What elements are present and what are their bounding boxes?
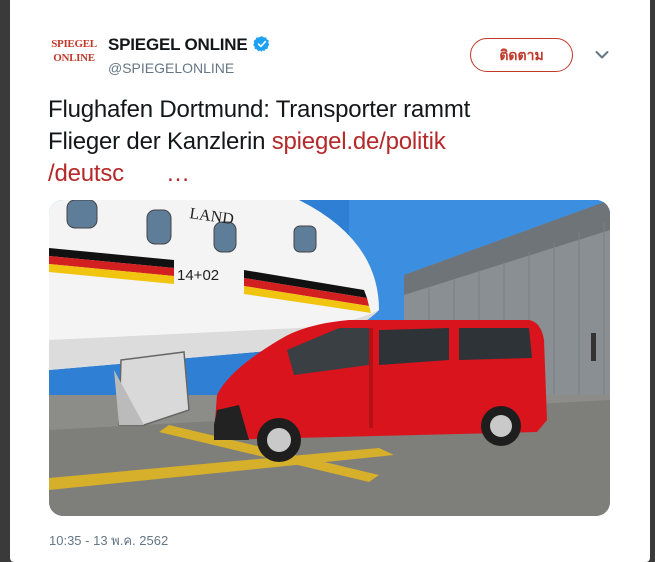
photo-scene: LAND 14+02 <box>49 200 610 516</box>
article-link[interactable]: spiegel.de/politik <box>272 128 446 155</box>
follow-button[interactable]: ติดตาม <box>470 38 573 72</box>
photo-van-door-line <box>369 328 373 428</box>
tweet-text-line1: Flughafen Dortmund: Transporter rammt <box>48 96 471 123</box>
page-background-left <box>0 0 10 562</box>
avatar-text-line1: SPIEGEL <box>51 38 97 50</box>
photo-person <box>591 333 596 361</box>
tweet-text: Flughafen Dortmund: Transporter rammt Fl… <box>48 94 628 190</box>
article-link-continued[interactable]: /deutsc <box>48 160 124 187</box>
account-name[interactable]: SPIEGEL ONLINE <box>108 35 248 55</box>
tweet-text-line2: Flieger der Kanzlerin spiegel.de/politik <box>48 126 628 158</box>
account-handle[interactable]: @SPIEGELONLINE <box>108 60 234 76</box>
avatar-text-line2: ONLINE <box>53 52 95 64</box>
tweet-text-line3: /deutsc … <box>48 158 628 190</box>
link-ellipsis[interactable]: … <box>166 160 190 187</box>
photo-van-hubcap-front <box>267 428 291 452</box>
photo-van-window-1 <box>379 328 449 365</box>
photo-van-window-2 <box>459 328 532 360</box>
tweet-photo[interactable]: LAND 14+02 <box>49 200 610 516</box>
tweet-card: SPIEGEL ONLINE SPIEGEL ONLINE @SPIEGELON… <box>10 0 650 562</box>
page-background-right <box>650 0 655 562</box>
tweet-timestamp[interactable]: 10:35 - 13 พ.ค. 2562 <box>49 530 168 551</box>
avatar[interactable]: SPIEGEL ONLINE <box>50 37 98 71</box>
photo-aircraft-number: 14+02 <box>177 267 219 284</box>
chevron-down-icon[interactable] <box>595 50 609 60</box>
verified-badge-icon <box>253 36 270 52</box>
photo-van-hubcap-rear <box>490 415 512 437</box>
tweet-text-segment: Flieger der Kanzlerin <box>48 128 272 155</box>
